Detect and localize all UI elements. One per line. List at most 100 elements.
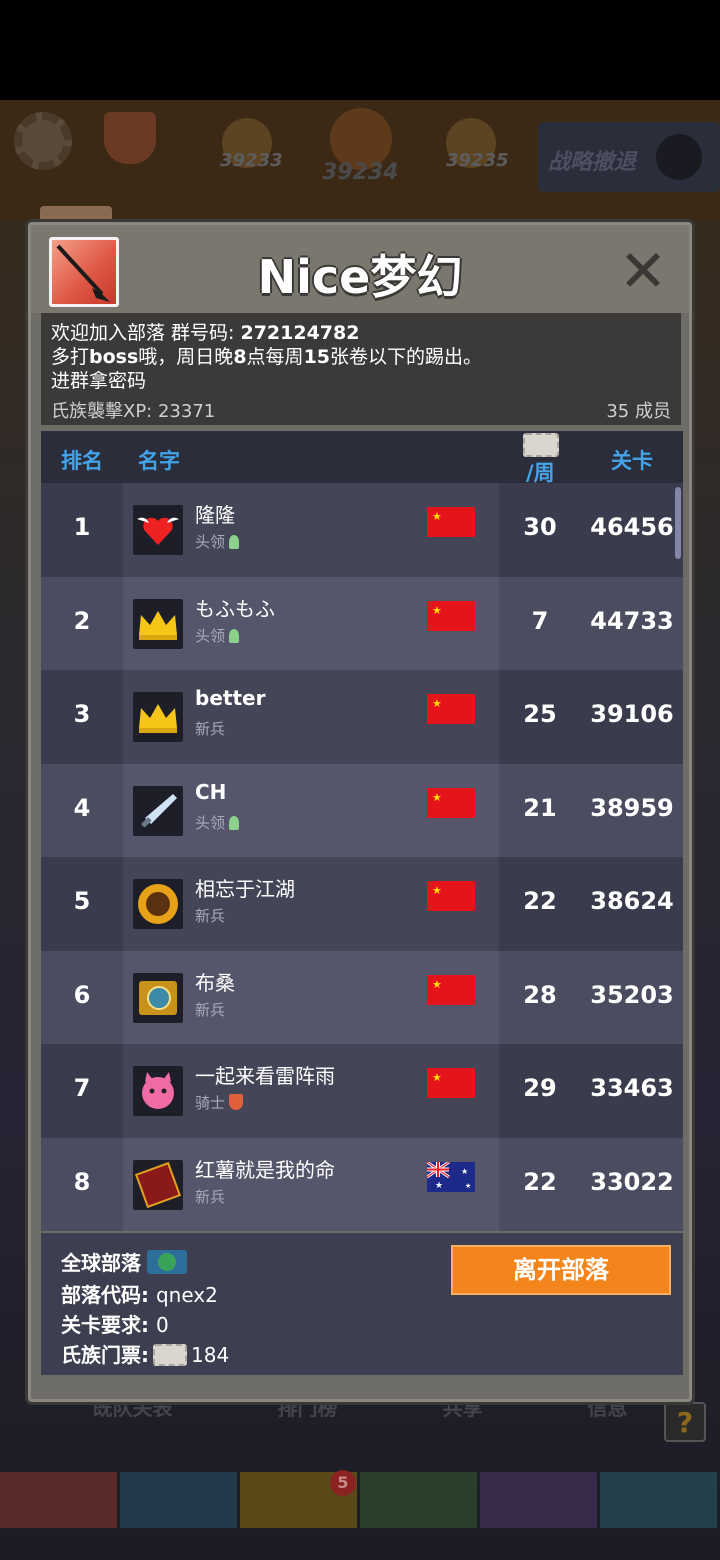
week-cell: 21 [499, 763, 581, 857]
china-flag-icon: ★ [427, 881, 475, 911]
notice-line: 多打boss哦，周日晚8点每周15张卷以下的踢出。 [51, 346, 483, 368]
china-flag-icon: ★ [427, 600, 475, 631]
level-cell: 39106 [581, 670, 683, 764]
svg-text:★: ★ [461, 1167, 468, 1176]
name-cell: better 新兵 ★ [123, 670, 499, 764]
name-cell: 红薯就是我的命 新兵 ★ ★ ★ [123, 1137, 499, 1231]
member-role: 新兵 [195, 1000, 226, 1019]
member-weekly-tickets: 28 [523, 980, 557, 1009]
member-role: 头领 [195, 531, 240, 552]
clan-tickets: 氏族门票: 184 [61, 1343, 230, 1367]
member-name: 布桑 [195, 970, 235, 995]
crown-icon [133, 598, 183, 649]
level-cell: 38959 [581, 763, 683, 857]
level-requirement: 关卡要求: 0 [61, 1313, 169, 1337]
medal-icon [229, 815, 240, 830]
level-number-next: 39235 [446, 150, 509, 171]
table-row[interactable]: 5 相忘于江湖新兵 ★ 22 38624 [41, 857, 683, 951]
member-level: 38959 [590, 793, 674, 822]
member-rank: 4 [73, 793, 91, 822]
member-name: better [195, 686, 266, 710]
china-flag-icon: ★ [427, 974, 475, 1005]
china-flag-icon: ★ [427, 694, 475, 724]
member-rank: 5 [73, 887, 91, 915]
member-weekly-tickets: 21 [523, 793, 557, 822]
member-name: 相忘于江湖 [195, 877, 295, 901]
member-weekly-tickets: 22 [523, 887, 557, 915]
close-icon[interactable]: ✕ [617, 242, 669, 300]
member-role: 头领 [195, 812, 240, 833]
medal-icon [229, 535, 240, 549]
name-cell: もふもふ 头领 ★ [123, 576, 499, 670]
member-weekly-tickets: 22 [523, 1167, 557, 1196]
member-rank: 8 [73, 1167, 91, 1196]
ticket-icon [153, 1344, 187, 1366]
member-weekly-tickets: 25 [523, 700, 557, 728]
member-rank: 1 [73, 513, 91, 541]
table-row[interactable]: 8 红薯就是我的命 新兵 ★ ★ ★ 22 33022 [41, 1137, 683, 1231]
rank-cell: 4 [41, 763, 123, 857]
rank-cell: 1 [41, 483, 123, 577]
retreat-label: 战略撤退 [548, 150, 637, 175]
scrollbar[interactable] [675, 487, 681, 559]
sunflower-icon [133, 879, 183, 929]
clan-xp: 氏族襲擊XP: 23371 [51, 401, 216, 422]
table-row[interactable]: 1 隆隆 头领 ★ 30 46456 [41, 483, 683, 577]
level-cell: 44733 [581, 576, 683, 670]
member-name: もふもふ [195, 596, 275, 621]
svg-text:★: ★ [435, 1181, 443, 1191]
week-cell: 22 [499, 1137, 581, 1231]
clan-shield-icon [104, 112, 156, 164]
clan-footer: 全球部落 部落代码: qnex2 关卡要求: 0 氏族门票: 184 离开部落 [41, 1233, 683, 1375]
knight-shield-icon [229, 1094, 244, 1110]
name-cell: 相忘于江湖新兵 ★ [123, 857, 499, 951]
svg-text:★: ★ [465, 1182, 471, 1190]
member-name: 隆隆 [195, 503, 235, 527]
table-row[interactable]: 2 もふもふ 头领 ★ 7 44733 [41, 576, 683, 670]
member-role: 新兵 [195, 907, 226, 925]
leave-clan-button[interactable]: 离开部落 [451, 1245, 671, 1295]
australia-flag-icon: ★ ★ ★ [426, 1160, 475, 1192]
name-cell: 一起来看雷阵雨 骑士 ★ [123, 1044, 499, 1138]
member-rank: 7 [73, 1074, 91, 1102]
name-cell: 布桑新兵 ★ [123, 950, 499, 1044]
global-clan-label: 全球部落 [61, 1247, 187, 1276]
level-cell: 38624 [581, 857, 683, 951]
level-cell: 33463 [581, 1044, 683, 1138]
header-level: 关卡 [611, 449, 653, 473]
level-cell: 46456 [581, 483, 683, 577]
help-button: ? [664, 1402, 706, 1442]
week-cell: 25 [499, 670, 581, 764]
name-cell: 隆隆 头领 ★ [123, 483, 499, 577]
week-cell: 28 [499, 950, 581, 1044]
member-table[interactable]: 排名 名字 /周 关卡 1 隆隆 头领 ★ 30 46456 2 もふもふ 头领 ★ 7 44733 3… [41, 431, 683, 1231]
rank-cell: 6 [41, 950, 123, 1044]
globe-icon [147, 1250, 187, 1274]
clan-header: Nice梦幻 ✕ [31, 225, 689, 313]
nav-tab-shop [600, 1472, 717, 1528]
level-cell: 35203 [581, 950, 683, 1044]
week-cell: 29 [499, 1044, 581, 1138]
member-rank: 3 [73, 700, 91, 728]
rank-cell: 8 [41, 1137, 123, 1231]
bottom-nav [0, 1472, 720, 1532]
level-number-prev: 39233 [220, 150, 283, 171]
member-level: 33463 [590, 1074, 674, 1102]
member-level: 33022 [590, 1167, 674, 1196]
nav-tab-hero [120, 1472, 237, 1528]
table-row[interactable]: 3 better 新兵 ★ 25 39106 [41, 670, 683, 764]
name-cell: CH 头领 ★ [123, 763, 499, 857]
settings-gear-icon [14, 112, 72, 170]
table-row[interactable]: 4 CH 头领 ★ 21 38959 [41, 763, 683, 857]
medal-icon [229, 628, 240, 643]
table-row[interactable]: 6 布桑新兵 ★ 28 35203 [41, 950, 683, 1044]
crown-icon [133, 692, 183, 742]
table-header: 排名 名字 /周 关卡 [41, 431, 683, 485]
member-level: 35203 [590, 980, 674, 1009]
clan-stats: 氏族襲擊XP: 23371 35 成员 [41, 395, 681, 425]
table-row[interactable]: 7 一起来看雷阵雨 骑士 ★ 29 33463 [41, 1044, 683, 1138]
member-level: 38624 [590, 887, 674, 915]
member-level: 46456 [590, 513, 674, 541]
header-rank: 排名 [61, 449, 103, 473]
header-name: 名字 [138, 449, 180, 473]
